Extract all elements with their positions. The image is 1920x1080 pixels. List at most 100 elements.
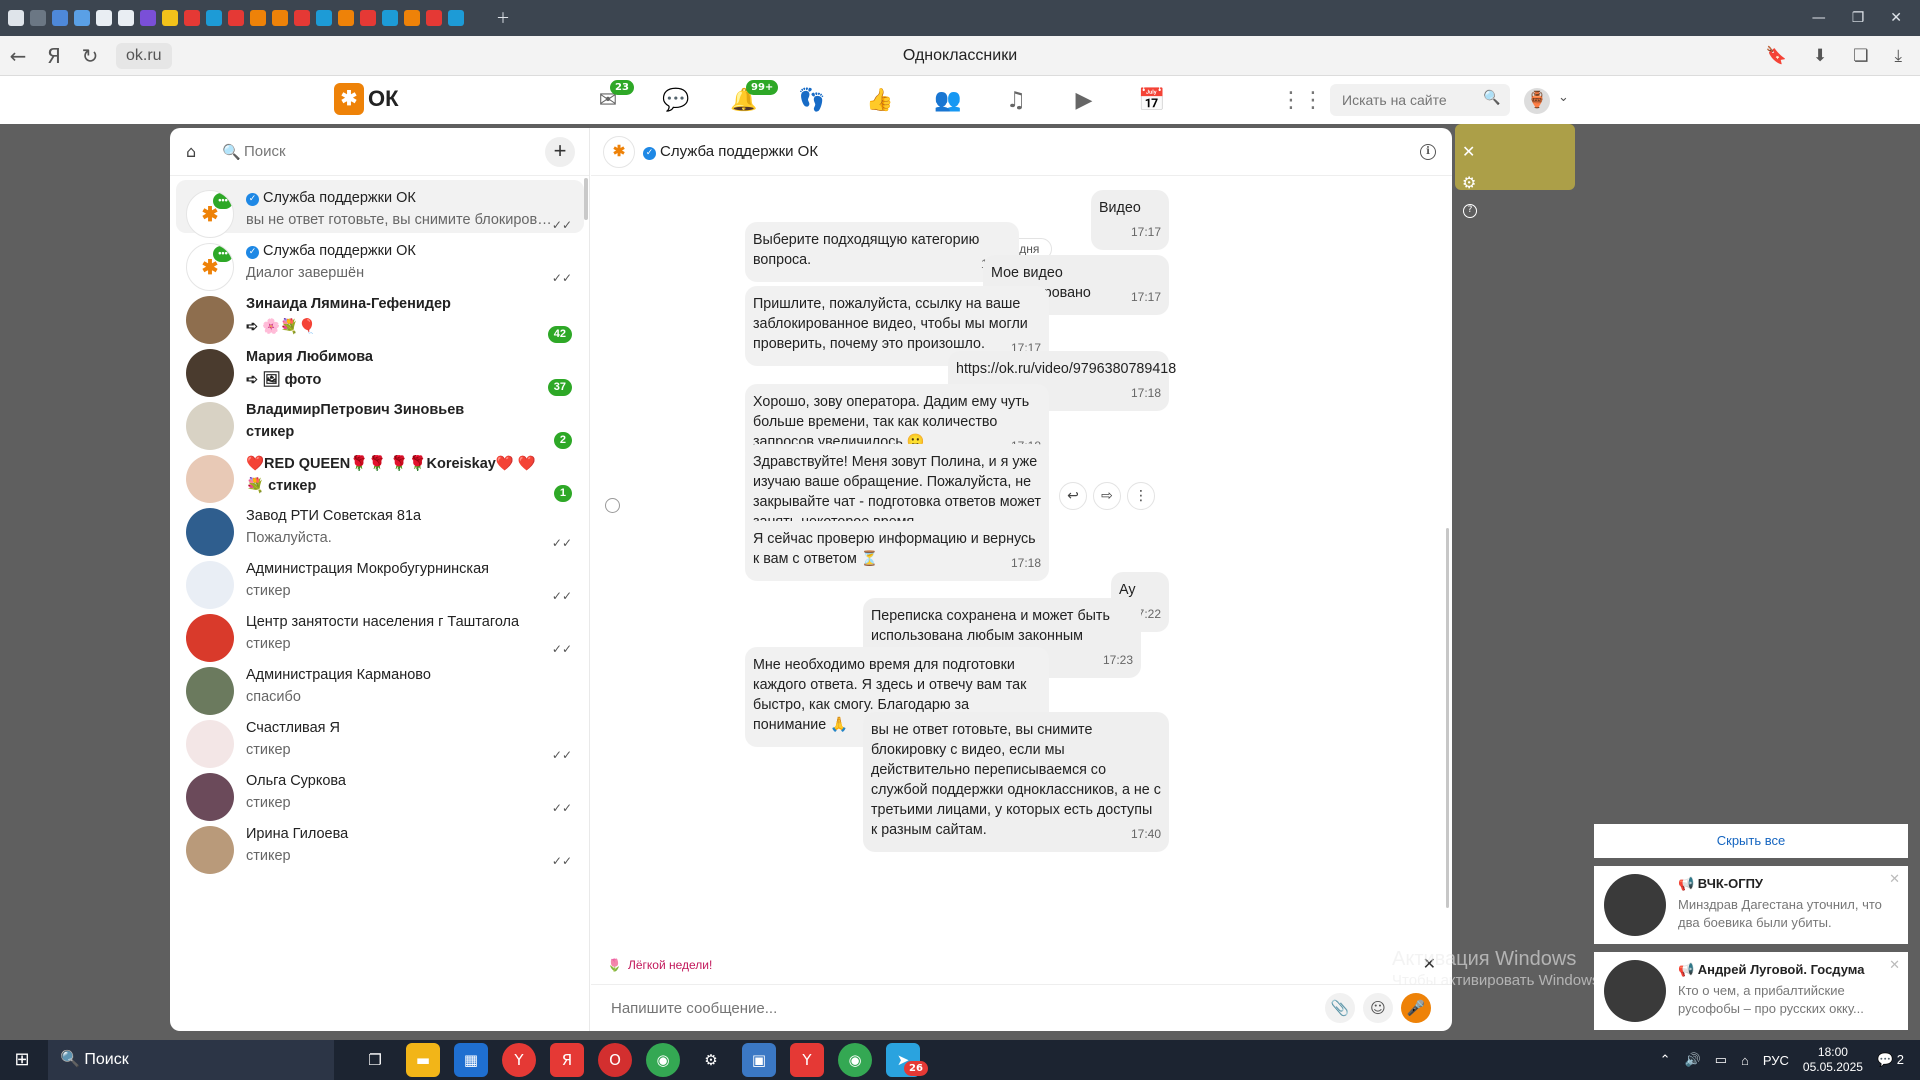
settings-app-icon[interactable]: ⚙ — [694, 1043, 728, 1077]
tab-favicon-icon[interactable] — [96, 10, 112, 26]
chat-list-item[interactable]: ❤️RED QUEEN🌹🌹 🌹🌹Koreiskay❤️ ❤️ 💐 стикер 1 — [176, 445, 584, 503]
notifications-icon[interactable]: 🔔 99+ — [726, 80, 779, 116]
store-icon[interactable]: ▦ — [454, 1043, 488, 1077]
telegram-icon[interactable]: ➤ 26 — [886, 1043, 928, 1077]
new-chat-button[interactable]: + — [545, 137, 575, 167]
chat-list-item[interactable]: Администрация Мокробугурнинская стикер ✓✓ — [176, 551, 584, 609]
yandex-browser-icon[interactable]: Y — [502, 1043, 536, 1077]
volume-icon[interactable]: 🔊 — [1685, 1052, 1701, 1068]
taskbar-search[interactable]: 🔍 Поиск — [48, 1040, 334, 1080]
tab-favicon-icon[interactable] — [426, 10, 442, 26]
conversation-avatar[interactable]: ✱ — [603, 135, 635, 168]
tab-favicon-icon[interactable] — [74, 10, 90, 26]
chat-list-item[interactable]: Счастливая Я стикер ✓✓ — [176, 710, 584, 768]
chat-list-item[interactable]: Центр занятости населения г Таштагола сти… — [176, 604, 584, 662]
close-notification-icon[interactable]: ✕ — [1889, 958, 1900, 973]
promo-banner[interactable]: 🌷 Лёгкой недели! — [607, 958, 712, 972]
select-message-radio[interactable] — [605, 498, 620, 513]
opera-icon[interactable]: O — [598, 1043, 632, 1077]
chat-list-item[interactable]: ВладимирПетрович Зиновьев стикер 2 — [176, 392, 584, 450]
action-center-icon[interactable]: 💬 2 — [1877, 1052, 1904, 1068]
tab-favicon-icon[interactable] — [382, 10, 398, 26]
close-window-icon[interactable]: ✕ — [1890, 10, 1902, 26]
collections-icon[interactable]: ❏ — [1853, 46, 1868, 66]
search-icon[interactable]: 🔍 — [222, 143, 244, 161]
tab-favicon-icon[interactable] — [162, 10, 178, 26]
conversation-title[interactable]: ✓ Служба поддержки ОК — [643, 143, 818, 160]
notification-card[interactable]: 📢 ВЧК-ОГПУ Минздрав Дагестана уточнил, ч… — [1594, 866, 1908, 944]
browser-menu-icon[interactable] — [8, 10, 24, 26]
search-icon[interactable]: 🔍 — [1483, 90, 1500, 106]
task-view-icon[interactable]: ❐ — [358, 1043, 392, 1077]
remote-desktop-icon[interactable]: ▣ — [742, 1043, 776, 1077]
tab-favicon-icon[interactable] — [272, 10, 288, 26]
music-icon[interactable]: ♫ — [998, 86, 1034, 116]
help-icon[interactable]: ? — [1463, 204, 1477, 218]
hide-all-button[interactable]: Скрыть все — [1594, 824, 1908, 858]
chevron-down-icon[interactable]: ⌄ — [1558, 90, 1569, 105]
new-tab-icon[interactable]: ＋ — [496, 8, 510, 28]
chat-list-scrollbar[interactable] — [584, 178, 588, 220]
outgoing-message[interactable]: Видео 17:17 — [1091, 190, 1169, 250]
chat-search-input[interactable]: Поиск — [244, 143, 286, 160]
forward-icon[interactable]: ⇨ — [1093, 482, 1121, 510]
tab-favicon-icon[interactable] — [316, 10, 332, 26]
back-icon[interactable]: ← — [0, 44, 36, 68]
reply-icon[interactable]: ↩ — [1059, 482, 1087, 510]
emoji-icon[interactable]: ☺ — [1363, 993, 1393, 1023]
friends-icon[interactable]: 👥 — [930, 86, 966, 116]
yandex-icon[interactable]: Я — [550, 1043, 584, 1077]
chat-list-item[interactable]: Администрация Карманово спасибо — [176, 657, 584, 715]
chrome-icon[interactable]: ◉ — [646, 1043, 680, 1077]
chat-list-item[interactable]: Мария Любимова ➪ 🖼 фото 37 — [176, 339, 584, 397]
microphone-icon[interactable]: 🎤 — [1401, 993, 1431, 1023]
chat-list-item[interactable]: Завод РТИ Советская 81а Пожалуйста. ✓✓ — [176, 498, 584, 556]
network-icon[interactable]: ⌂ — [1741, 1053, 1749, 1068]
bookmark-icon[interactable]: 🔖 — [1766, 46, 1787, 66]
calendar-icon[interactable]: 📅 — [1134, 86, 1170, 116]
yandex-icon[interactable]: Я — [36, 44, 72, 68]
user-avatar[interactable]: 🏺 — [1524, 88, 1550, 114]
tab-favicon-icon[interactable] — [360, 10, 376, 26]
close-notification-icon[interactable]: ✕ — [1889, 872, 1900, 887]
chrome-profile-icon[interactable]: ◉ — [838, 1043, 872, 1077]
info-icon[interactable]: i — [1420, 144, 1436, 160]
yandex-browser-active-icon[interactable]: Y — [790, 1043, 824, 1077]
chat-list-item[interactable]: Ирина Гилоева стикер ✓✓ — [176, 816, 584, 874]
discussions-icon[interactable]: 💬 — [658, 86, 694, 116]
reload-icon[interactable]: ↻ — [72, 44, 108, 68]
likes-icon[interactable]: 👍 — [862, 86, 898, 116]
home-icon[interactable]: ⌂ — [186, 142, 212, 161]
chat-list-item[interactable]: Зинаида Лямина-Гефенидер ➪ 🌸💐🎈 42 — [176, 286, 584, 344]
url-field[interactable]: ok.ru — [116, 42, 172, 69]
minimize-icon[interactable]: — — [1812, 10, 1826, 26]
video-icon[interactable]: ▶ — [1066, 86, 1102, 116]
tab-favicon-icon[interactable] — [140, 10, 156, 26]
conversation-scrollbar[interactable] — [1446, 528, 1449, 908]
more-icon[interactable]: ⋮ — [1127, 482, 1155, 510]
tab-favicon-icon[interactable] — [448, 10, 464, 26]
guests-icon[interactable]: 👣 — [794, 86, 830, 116]
chat-list-item[interactable]: ✱ ••• ✓ Служба поддержки ОК вы не ответ гото… — [176, 180, 584, 238]
battery-icon[interactable]: ▭ — [1715, 1052, 1727, 1068]
tab-favicon-icon[interactable] — [338, 10, 354, 26]
notification-card[interactable]: 📢 Андрей Луговой. Госдума Кто о чем, а п… — [1594, 952, 1908, 1030]
language-indicator[interactable]: РУС — [1763, 1053, 1789, 1068]
outgoing-message[interactable]: вы не ответ готовьте, вы снимите блокиро… — [863, 712, 1169, 852]
show-hidden-icons[interactable]: ⌃ — [1660, 1052, 1671, 1068]
chat-list-item[interactable]: ✱ ••• ✓ Служба поддержки ОК Диалог завершён ✓… — [176, 233, 584, 291]
file-explorer-icon[interactable]: ▬ — [406, 1043, 440, 1077]
tab-favicon-icon[interactable] — [294, 10, 310, 26]
extension-icon[interactable]: ⬇ — [1813, 46, 1827, 66]
chat-list-item[interactable]: Ольга Суркова стикер ✓✓ — [176, 763, 584, 821]
tab-favicon-icon[interactable] — [52, 10, 68, 26]
maximize-icon[interactable]: ❐ — [1852, 10, 1865, 26]
tab-favicon-icon[interactable] — [404, 10, 420, 26]
incoming-message[interactable]: Я сейчас проверю информацию и вернусь к … — [745, 521, 1049, 581]
tab-favicon-icon[interactable] — [228, 10, 244, 26]
windows-start-icon[interactable]: ⊞ — [0, 1040, 44, 1080]
attach-icon[interactable]: 📎 — [1325, 993, 1355, 1023]
tab-favicon-icon[interactable] — [184, 10, 200, 26]
messages-icon[interactable]: ✉ 23 — [590, 80, 634, 116]
tab-favicon-icon[interactable] — [206, 10, 222, 26]
